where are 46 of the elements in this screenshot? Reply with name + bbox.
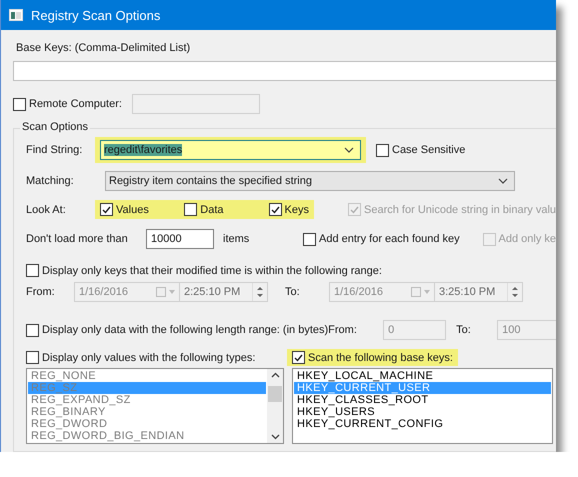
dropdown-caret-icon: [498, 178, 508, 184]
list-box[interactable]: HKEY_LOCAL_MACHINE HKEY_CURRENT_USER HKEY_CLASSES_ROOT HKEY_USERS HKEY_CURRENT_CONFIG: [292, 368, 553, 444]
time-field[interactable]: 2:25:10 PM: [180, 282, 268, 302]
items-label: items: [223, 233, 250, 245]
remote-computer-field[interactable]: [132, 94, 260, 114]
window-title: Registry Scan Options: [31, 8, 160, 22]
base-keys-label: Base Keys: (Comma-Delimited List): [16, 42, 192, 54]
max-items-label: Don't load more than: [26, 233, 129, 245]
scroll-down-icon: [270, 434, 280, 440]
list-item[interactable]: HKEY_CURRENT_CONFIG: [294, 418, 551, 430]
to-label: To:: [285, 286, 301, 298]
checkmark-icon: [270, 206, 280, 214]
checkmark-icon: [350, 206, 360, 214]
to-label: To:: [456, 324, 472, 336]
calendar-icon: [411, 287, 431, 297]
spinner-arrows-icon: [511, 285, 519, 299]
add-entry-checkbox[interactable]: Add entry for each found key: [303, 232, 483, 246]
app-icon: [9, 9, 23, 21]
remote-computer-checkbox[interactable]: Remote Computer:: [13, 98, 122, 110]
find-string-combo[interactable]: regedit\favorites: [100, 140, 361, 160]
matching-label: Matching:: [26, 175, 75, 187]
spinner-arrows-icon: [256, 285, 264, 299]
matching-combo[interactable]: Registry item contains the specified string: [105, 171, 515, 191]
calendar-icon: [156, 287, 176, 297]
time-range-checkbox[interactable]: Display only keys that their modified time is within the following range:: [26, 264, 382, 277]
scroll-up-icon: [270, 372, 280, 378]
time-field[interactable]: 3:25:10 PM: [435, 282, 523, 302]
max-items-field[interactable]: 10000: [146, 229, 214, 249]
find-string-label: Find String:: [26, 144, 84, 156]
checkmark-icon: [294, 354, 303, 362]
group-title: Scan Options: [20, 121, 90, 133]
base-keys-checkbox[interactable]: Scan the following base keys:: [292, 351, 453, 364]
look-at-checkbox[interactable]: Data: [184, 203, 269, 216]
look-at-checkbox[interactable]: Keys: [268, 203, 309, 216]
dropdown-caret-icon: [344, 147, 354, 153]
list-item[interactable]: HKEY_USERS: [294, 406, 551, 418]
case-sensitive-checkbox[interactable]: Case Sensitive: [376, 144, 466, 156]
look-at-checkbox[interactable]: Values: [100, 203, 184, 216]
from-label: From:: [328, 324, 358, 336]
from-label: From:: [26, 286, 56, 298]
list-item[interactable]: HKEY_LOCAL_MACHINE: [294, 370, 551, 382]
look-at-label: Look At:: [26, 204, 67, 216]
base-keys-field[interactable]: [13, 61, 556, 81]
length-range-checkbox[interactable]: Display only data with the following length range: (in bytes): [26, 324, 328, 336]
checkmark-icon: [102, 206, 111, 214]
list-item[interactable]: HKEY_CLASSES_ROOT: [294, 394, 551, 406]
